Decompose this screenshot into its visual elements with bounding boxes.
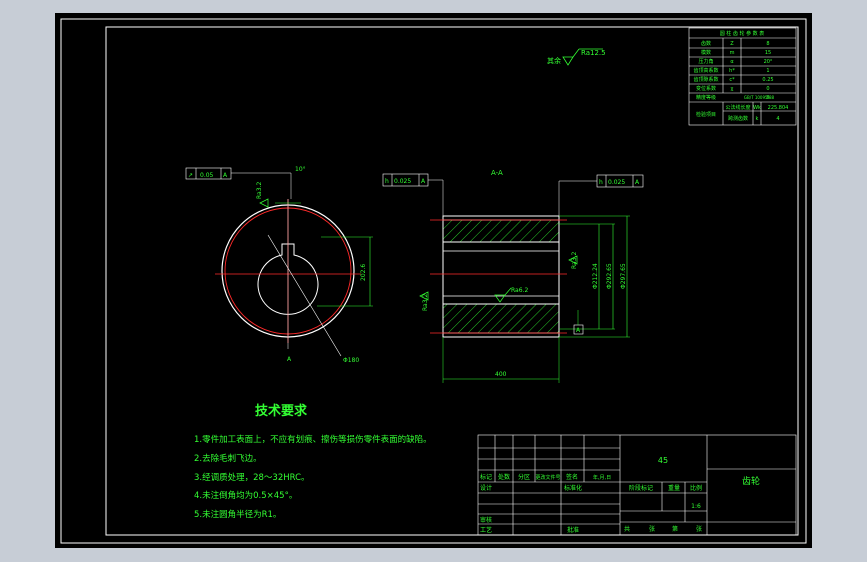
svg-text:张: 张 <box>696 525 702 533</box>
material: 45 <box>658 456 668 465</box>
svg-text:签名: 签名 <box>566 473 578 481</box>
svg-text:Ra3.2: Ra3.2 <box>256 182 263 199</box>
svg-text:A: A <box>635 179 640 186</box>
diameter-leader <box>267 234 342 357</box>
svg-text:公法线长度: 公法线长度 <box>725 104 750 111</box>
svg-text:模数: 模数 <box>701 49 711 56</box>
svg-text:检验项目: 检验项目 <box>696 111 716 118</box>
svg-text:h: h <box>385 178 389 185</box>
svg-text:第: 第 <box>672 525 678 533</box>
svg-text:批准: 批准 <box>567 526 579 534</box>
svg-text:标准化: 标准化 <box>564 484 582 492</box>
svg-text:3.经调质处理，28～32HRC。: 3.经调质处理，28～32HRC。 <box>194 472 310 483</box>
dim-d2: Φ292.65 <box>606 263 613 289</box>
svg-text:精度等级: 精度等级 <box>696 94 716 101</box>
left-diameter: Φ180 <box>343 357 359 364</box>
gear-drawing: 其余 Ra12.5 圆 柱 齿 轮 参 数 表 齿数 Z 8 模数 m 15 压… <box>60 18 807 544</box>
svg-text:分区: 分区 <box>518 473 530 481</box>
svg-text:8: 8 <box>766 41 769 47</box>
svg-text:0.25: 0.25 <box>762 77 773 83</box>
svg-text:20°: 20° <box>764 59 773 65</box>
svg-text:↗: ↗ <box>188 172 193 179</box>
svg-text:Wk: Wk <box>753 105 761 111</box>
svg-text:1.零件加工表面上，不应有划痕、擦伤等损伤零件表面的缺陷。: 1.零件加工表面上，不应有划痕、擦伤等损伤零件表面的缺陷。 <box>194 434 432 445</box>
svg-text:阶段标记: 阶段标记 <box>629 484 653 492</box>
svg-text:15: 15 <box>765 50 771 56</box>
svg-text:k: k <box>756 116 759 122</box>
surface-note-value: Ra12.5 <box>581 49 606 57</box>
svg-text:审核: 审核 <box>480 516 492 524</box>
svg-text:α: α <box>730 59 734 65</box>
section-view: A-A h 0.025 A h 0.025 A Φ212.24 Φ292.65 … <box>382 169 644 383</box>
svg-text:4.未注倒角均为0.5×45°。: 4.未注倒角均为0.5×45°。 <box>194 490 297 501</box>
svg-text:h*: h* <box>729 68 735 74</box>
svg-text:工艺: 工艺 <box>480 526 492 534</box>
svg-text:跨测齿数: 跨测齿数 <box>728 115 748 122</box>
svg-text:变位系数: 变位系数 <box>696 85 716 92</box>
svg-text:A: A <box>421 178 426 185</box>
svg-text:4: 4 <box>776 116 779 122</box>
tech-title: 技术要求 <box>255 403 308 419</box>
svg-text:0: 0 <box>766 86 769 92</box>
svg-text:压力角: 压力角 <box>698 58 713 65</box>
svg-text:1: 1 <box>766 68 769 74</box>
svg-text:m: m <box>730 50 735 56</box>
svg-text:齿顶高系数: 齿顶高系数 <box>693 67 718 74</box>
svg-text:张: 张 <box>649 525 655 533</box>
svg-text:GB/T 10095-88: GB/T 10095-88 <box>744 95 775 100</box>
cad-viewport[interactable]: 其余 Ra12.5 圆 柱 齿 轮 参 数 表 齿数 Z 8 模数 m 15 压… <box>55 13 812 548</box>
lower-hatch <box>442 303 560 334</box>
upper-hatch <box>442 219 560 243</box>
svg-text:Ra3.2: Ra3.2 <box>571 252 578 269</box>
svg-text:0.025: 0.025 <box>394 178 411 185</box>
left-view: Φ180 202.6 ↗ 0.05 A 10° Ra3.2 A <box>185 166 373 364</box>
tech-requirements: 技术要求 1.零件加工表面上，不应有划痕、擦伤等损伤零件表面的缺陷。 2.去除毛… <box>194 403 432 520</box>
section-width: 400 <box>495 371 507 378</box>
svg-text:Ra6.2: Ra6.2 <box>511 287 528 294</box>
svg-text:5.未注圆角半径为R1。: 5.未注圆角半径为R1。 <box>194 509 281 520</box>
svg-text:χ: χ <box>731 86 734 92</box>
dim-d3: Φ297.65 <box>620 263 627 289</box>
part-name: 齿轮 <box>742 475 760 487</box>
svg-text:共: 共 <box>624 525 630 533</box>
svg-text:10°: 10° <box>295 166 306 173</box>
svg-text:比例: 比例 <box>690 484 702 492</box>
scale-value: 1:6 <box>691 503 701 510</box>
svg-text:Z: Z <box>730 41 734 47</box>
svg-text:更改文件号: 更改文件号 <box>535 474 560 481</box>
svg-text:A: A <box>223 172 228 179</box>
svg-text:Ra3.2: Ra3.2 <box>422 294 429 311</box>
svg-text:年,月,日: 年,月,日 <box>593 474 611 481</box>
svg-text:齿数: 齿数 <box>701 40 711 47</box>
dim-d1: Φ212.24 <box>592 263 599 289</box>
svg-text:0.05: 0.05 <box>200 172 214 179</box>
svg-text:225.804: 225.804 <box>768 105 789 111</box>
surface-note-left: 其余 <box>547 56 561 65</box>
svg-text:标记: 标记 <box>480 473 492 481</box>
param-table-header: 圆 柱 齿 轮 参 数 表 <box>720 30 765 37</box>
section-title: A-A <box>491 169 503 177</box>
svg-text:设计: 设计 <box>480 484 492 492</box>
left-dim-height: 202.6 <box>360 264 367 281</box>
outer-frame <box>60 18 807 544</box>
left-section-label: A <box>287 356 292 363</box>
svg-text:c*: c* <box>729 77 735 83</box>
svg-text:2.去除毛刺飞边。: 2.去除毛刺飞边。 <box>194 453 262 464</box>
surface-note: 其余 Ra12.5 <box>547 48 606 66</box>
svg-text:处数: 处数 <box>498 473 510 481</box>
svg-text:A: A <box>576 327 581 334</box>
svg-text:h: h <box>599 179 603 186</box>
svg-text:0.025: 0.025 <box>608 179 625 186</box>
svg-text:齿顶隙系数: 齿顶隙系数 <box>693 76 718 83</box>
svg-text:重量: 重量 <box>668 484 680 492</box>
